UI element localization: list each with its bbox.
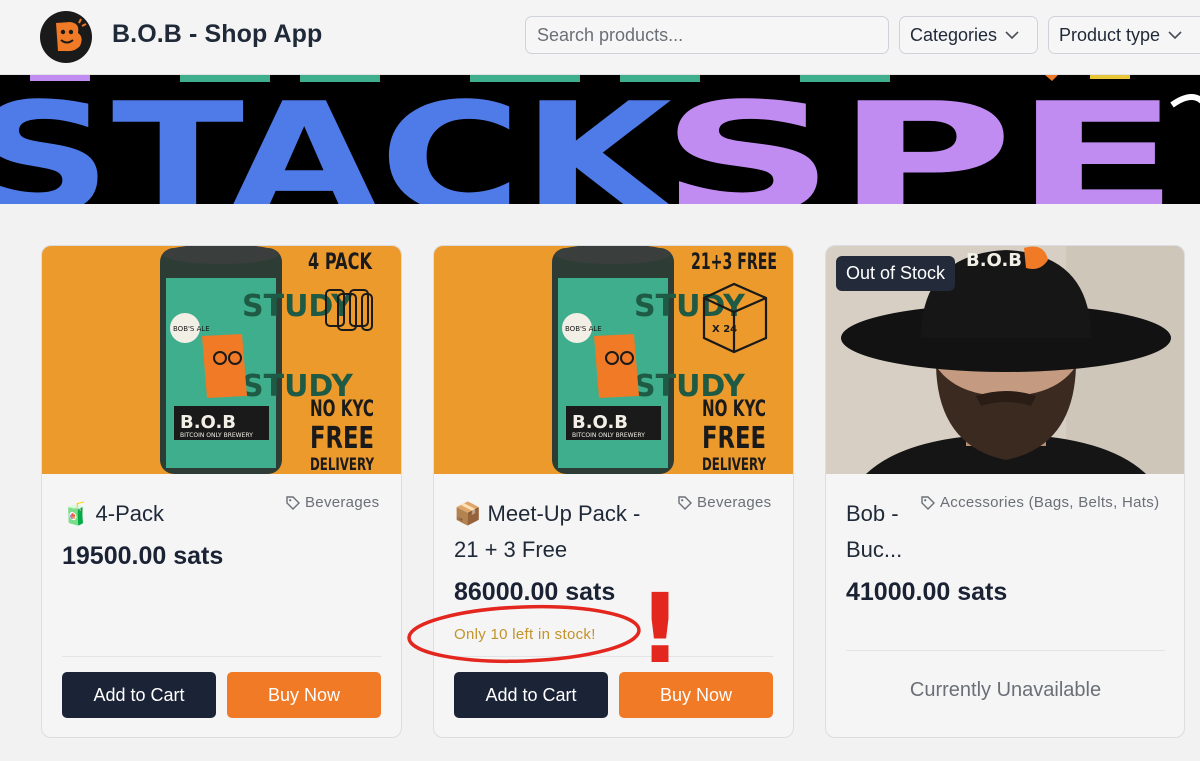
product-name-text: 21 + 3 Free xyxy=(454,537,568,562)
tag-icon xyxy=(678,495,692,510)
image-line2: FREE xyxy=(310,421,374,456)
unavailable-label: Currently Unavailable xyxy=(909,679,1102,701)
product-name-text: Meet-Up Pack - xyxy=(487,501,641,526)
product-name[interactable]: 📦 Meet-Up Pack - 21 + 3 Free xyxy=(454,496,640,568)
banner-text-blue: STACK xyxy=(0,75,679,204)
product-category: Beverages xyxy=(286,494,379,511)
category-label: Accessories (Bags, Belts, Hats) xyxy=(940,494,1160,511)
can-ale-label: BOB'S ALE xyxy=(565,325,602,333)
product-type-dropdown[interactable]: Product type xyxy=(1048,16,1200,54)
tag-icon xyxy=(921,495,935,510)
product-name-text: Buc... xyxy=(846,537,903,562)
product-name[interactable]: 🧃 4-Pack xyxy=(62,496,164,532)
image-line1: NO KYC xyxy=(310,397,374,422)
chevron-down-icon xyxy=(1168,30,1182,39)
product-price: 41000.00 sats xyxy=(846,578,1008,606)
category-label: Beverages xyxy=(697,494,772,511)
product-category: Accessories (Bags, Belts, Hats) xyxy=(921,494,1159,511)
hat-brand-text: B.O.B xyxy=(966,250,1022,271)
can-pattern-text: STUDY xyxy=(634,289,746,324)
package-icon: 📦 xyxy=(454,501,482,526)
product-name-text: Bob - xyxy=(846,501,899,526)
product-image[interactable]: STUDY STUDY BOB'S ALE B.O.B BITCOIN ONLY… xyxy=(434,246,793,474)
card-divider xyxy=(454,656,773,657)
add-to-cart-button[interactable]: Add to Cart xyxy=(454,672,608,718)
image-headline: 4 PACK xyxy=(308,250,373,275)
juice-box-icon: 🧃 xyxy=(62,501,90,526)
promo-banner[interactable]: STACK SPE xyxy=(0,75,1200,204)
chevron-down-icon xyxy=(1005,30,1019,39)
product-price: 86000.00 sats xyxy=(454,578,616,606)
add-to-cart-button[interactable]: Add to Cart xyxy=(62,672,216,718)
search-input[interactable] xyxy=(525,16,889,54)
bob-logo[interactable] xyxy=(40,11,92,63)
categories-label: Categories xyxy=(910,24,998,45)
app-title: B.O.B - Shop App xyxy=(112,20,323,48)
banner-text-purple: SPE xyxy=(660,75,1180,204)
app-header: B.O.B - Shop App Categories Product type xyxy=(0,0,1200,75)
categories-dropdown[interactable]: Categories xyxy=(899,16,1038,54)
can-subtitle: BITCOIN ONLY BREWERY xyxy=(180,432,253,439)
product-card[interactable]: B.O.B Out of Stock Bob - Buc... Accessor… xyxy=(825,245,1185,738)
can-subtitle: BITCOIN ONLY BREWERY xyxy=(572,432,645,439)
buy-now-button[interactable]: Buy Now xyxy=(619,672,773,718)
product-category: Beverages xyxy=(678,494,771,511)
product-card[interactable]: STUDY STUDY BOB'S ALE B.O.B BITCOIN ONLY… xyxy=(433,245,794,738)
box-label: X 24 xyxy=(712,324,737,335)
category-label: Beverages xyxy=(305,494,380,511)
can-ale-label: BOB'S ALE xyxy=(173,325,210,333)
image-line3: DELIVERY xyxy=(310,455,374,474)
image-line3: DELIVERY xyxy=(702,455,766,474)
can-brand: B.O.B xyxy=(572,412,628,433)
product-type-label: Product type xyxy=(1059,24,1161,45)
can-brand: B.O.B xyxy=(180,412,236,433)
out-of-stock-badge: Out of Stock xyxy=(836,256,956,291)
product-price: 19500.00 sats xyxy=(62,542,224,570)
product-name-text: 4-Pack xyxy=(95,501,165,526)
product-name[interactable]: Bob - Buc... xyxy=(846,496,902,568)
image-line2: FREE xyxy=(702,421,766,456)
low-stock-note: Only 10 left in stock! xyxy=(454,626,596,643)
card-divider xyxy=(62,656,381,657)
product-image[interactable]: STUDY STUDY BOB'S ALE B.O.B BITCOIN ONLY… xyxy=(42,246,401,474)
card-divider xyxy=(846,650,1165,651)
tag-icon xyxy=(286,495,300,510)
image-line1: NO KYC xyxy=(702,397,766,422)
product-card[interactable]: STUDY STUDY BOB'S ALE B.O.B BITCOIN ONLY… xyxy=(41,245,402,738)
image-headline: 21+3 FREE xyxy=(691,250,777,275)
buy-now-button[interactable]: Buy Now xyxy=(227,672,381,718)
